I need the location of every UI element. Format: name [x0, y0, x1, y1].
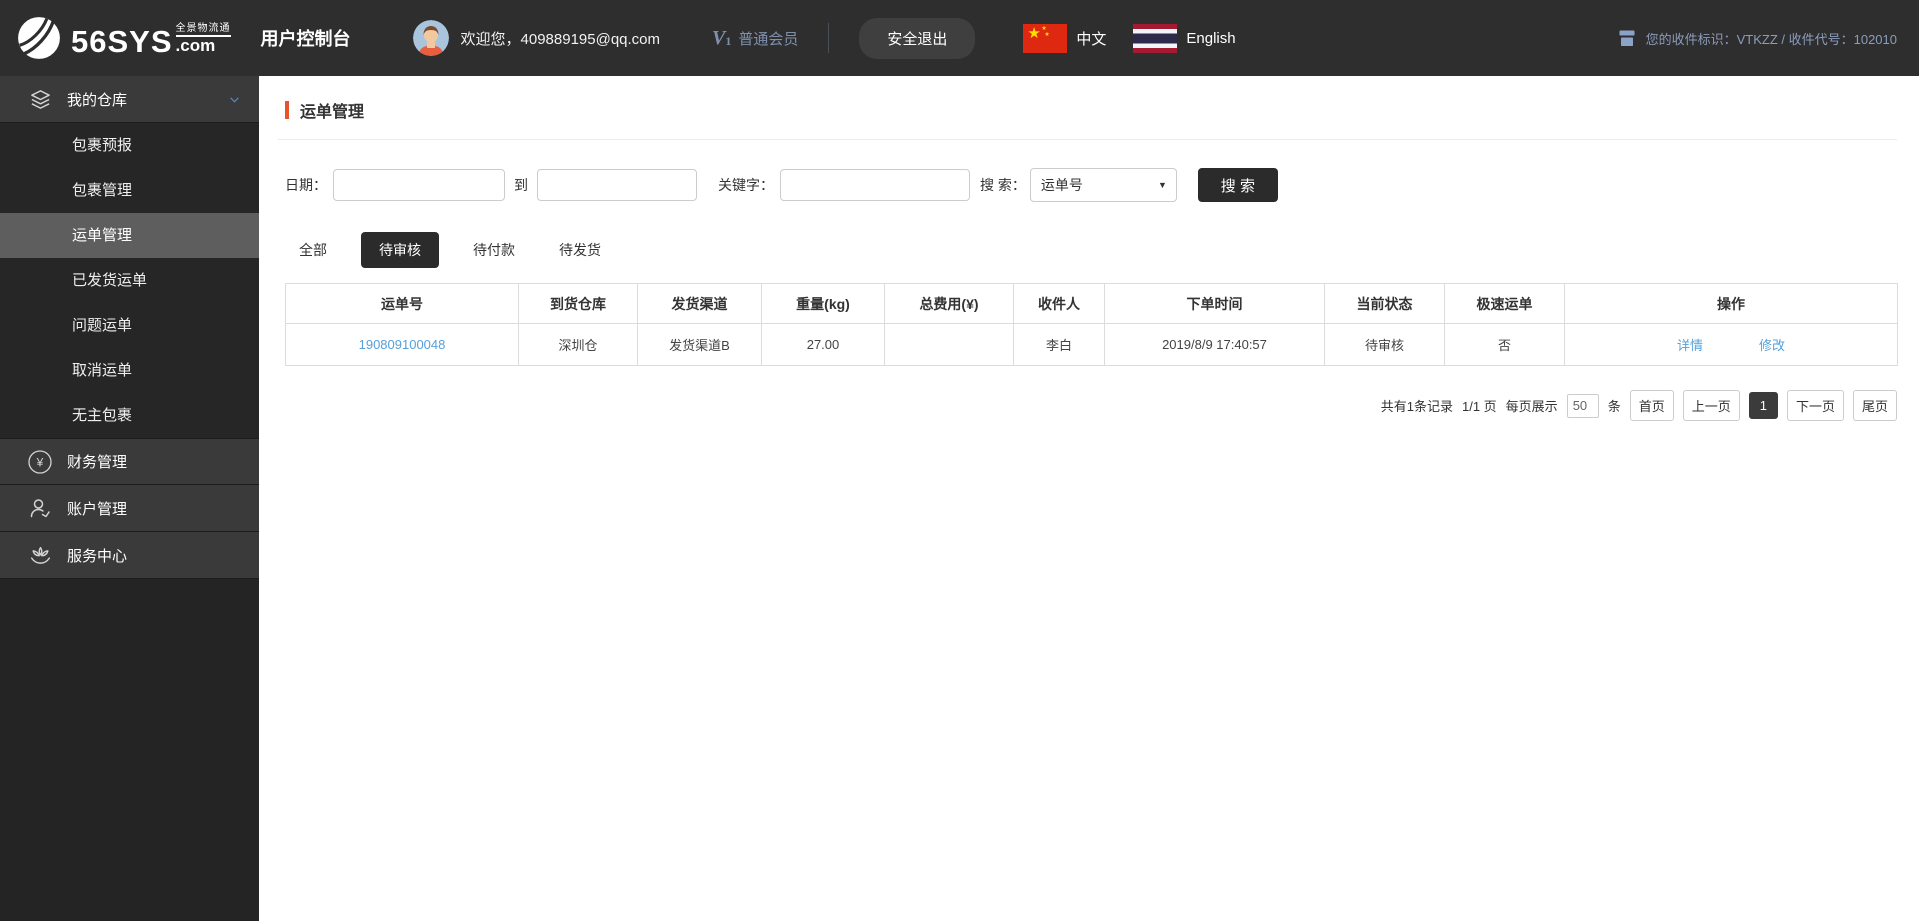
main-content: 运单管理 日期： 到 关键字： 搜 索： 运单号 ▼ 搜 索 全部 待审核 待付… [259, 76, 1919, 921]
page-title: 运单管理 [285, 98, 364, 122]
page-info: 1/1 页 [1461, 399, 1497, 414]
sidebar-item-problem-waybills[interactable]: 问题运单 [0, 303, 259, 348]
svg-text:¥: ¥ [36, 455, 44, 469]
col-channel: 发货渠道 [637, 283, 762, 324]
cell-warehouse: 深圳仓 [518, 323, 638, 366]
welcome-text: 欢迎您，409889195@qq.com [460, 30, 661, 48]
brand-tagline: 全景物流通 [175, 19, 231, 38]
receiver-identity: 您的收件标识：VTKZZ / 收件代号：102010 [1617, 28, 1897, 48]
date-label: 日期： [285, 177, 327, 193]
per-page-unit: 条 [1607, 399, 1621, 414]
layers-icon [27, 88, 53, 111]
tab-pending-review[interactable]: 待审核 [361, 232, 439, 268]
select-arrow-icon: ▼ [1157, 180, 1167, 190]
status-tabs: 全部 待审核 待付款 待发货 [289, 232, 635, 268]
last-page-button[interactable]: 尾页 [1852, 390, 1897, 421]
sidebar-item-waybill-management[interactable]: 运单管理 [0, 213, 259, 258]
per-page-input[interactable] [1566, 393, 1599, 418]
brand-logo[interactable]: 56SYS 全景物流通 .com [16, 15, 231, 61]
brand-name: 56SYS [71, 23, 173, 59]
date-to-input[interactable] [537, 169, 697, 201]
first-page-button[interactable]: 首页 [1629, 390, 1674, 421]
col-express: 极速运单 [1444, 283, 1565, 324]
table-row: 190809100048 深圳仓 发货渠道B 27.00 李白 2019/8/9… [285, 323, 1898, 366]
yen-circle-icon: ¥ [27, 449, 53, 475]
sidebar-item-my-warehouse[interactable]: 我的仓库 [0, 76, 259, 123]
cell-channel: 发货渠道B [637, 323, 762, 366]
pagination: 共有1条记录 1/1 页 每页展示 条 首页 上一页 1 下一页 尾页 [1381, 390, 1897, 421]
waybill-number-link[interactable]: 190809100048 [359, 337, 446, 352]
search-button[interactable]: 搜 索 [1197, 168, 1278, 202]
record-summary: 共有1条记录 [1380, 399, 1453, 414]
member-badge: V 1 普通会员 [712, 26, 799, 49]
vip-level-icon: V [712, 26, 726, 49]
top-header: 56SYS 全景物流通 .com 用户控制台 欢迎您，409889195@qq.… [0, 0, 1919, 76]
sidebar-item-package-management[interactable]: 包裹管理 [0, 168, 259, 213]
cell-order-time: 2019/8/9 17:40:57 [1104, 323, 1325, 366]
receiver-info-text: 您的收件标识：VTKZZ / 收件代号：102010 [1645, 31, 1897, 47]
edit-link[interactable]: 修改 [1759, 335, 1785, 354]
china-flag-icon[interactable]: ★ ★ ★ [1023, 23, 1068, 53]
sidebar-item-package-forecast[interactable]: 包裹预报 [0, 123, 259, 168]
title-separator [278, 139, 1897, 140]
tab-pending-shipment[interactable]: 待发货 [549, 232, 611, 268]
col-actions: 操作 [1564, 283, 1898, 324]
sidebar-item-cancelled-waybills[interactable]: 取消运单 [0, 348, 259, 393]
lang-chinese[interactable]: 中文 [1076, 28, 1106, 49]
search-type-select[interactable]: 运单号 ▼ [1029, 168, 1177, 202]
date-to-label: 到 [514, 177, 528, 193]
package-icon [1619, 30, 1635, 46]
service-hands-icon [27, 543, 53, 568]
logout-button[interactable]: 安全退出 [859, 17, 976, 59]
table-header-row: 运单号 到货仓库 发货渠道 重量(kg) 总费用(¥) 收件人 下单时间 当前状… [285, 283, 1898, 324]
user-icon [27, 496, 53, 520]
sidebar-item-shipped-waybills[interactable]: 已发货运单 [0, 258, 259, 303]
waybill-table: 运单号 到货仓库 发货渠道 重量(kg) 总费用(¥) 收件人 下单时间 当前状… [285, 283, 1898, 366]
col-status: 当前状态 [1324, 283, 1445, 324]
sidebar-item-unclaimed-packages[interactable]: 无主包裹 [0, 393, 259, 438]
cell-total-fee [884, 323, 1014, 366]
col-waybill-no: 运单号 [285, 283, 519, 324]
title-accent-bar [285, 101, 289, 119]
col-total-fee: 总费用(¥) [884, 283, 1014, 324]
cell-weight: 27.00 [761, 323, 885, 366]
filter-bar: 日期： 到 关键字： 搜 索： 运单号 ▼ 搜 索 [285, 168, 1278, 202]
current-page-button[interactable]: 1 [1748, 392, 1778, 419]
tab-pending-payment[interactable]: 待付款 [463, 232, 525, 268]
app-root: 56SYS 全景物流通 .com 用户控制台 欢迎您，409889195@qq.… [0, 0, 1919, 921]
keyword-label: 关键字： [718, 177, 774, 193]
brand-domain: .com [175, 36, 216, 56]
col-recipient: 收件人 [1013, 283, 1105, 324]
header-divider [828, 23, 830, 53]
console-title: 用户控制台 [260, 29, 351, 49]
cell-express: 否 [1444, 323, 1565, 366]
sidebar-item-finance[interactable]: ¥ 财务管理 [0, 438, 259, 485]
thailand-flag-icon[interactable] [1133, 23, 1178, 53]
cell-recipient: 李白 [1013, 323, 1105, 366]
prev-page-button[interactable]: 上一页 [1682, 390, 1740, 421]
search-type-label: 搜 索： [980, 177, 1026, 193]
chevron-down-icon [228, 93, 241, 106]
lang-english[interactable]: English [1186, 30, 1235, 47]
col-order-time: 下单时间 [1104, 283, 1325, 324]
next-page-button[interactable]: 下一页 [1786, 390, 1844, 421]
keyword-input[interactable] [780, 169, 970, 201]
sidebar-item-service-center[interactable]: 服务中心 [0, 532, 259, 579]
tab-all[interactable]: 全部 [289, 232, 337, 268]
cell-status: 待审核 [1324, 323, 1445, 366]
user-avatar[interactable] [412, 20, 449, 56]
col-weight: 重量(kg) [761, 283, 885, 324]
sidebar-item-account[interactable]: 账户管理 [0, 485, 259, 532]
logo-swoosh-icon [18, 17, 60, 59]
avatar-icon [412, 20, 449, 56]
detail-link[interactable]: 详情 [1677, 335, 1703, 354]
sidebar: 我的仓库 包裹预报 包裹管理 运单管理 已发货运单 问题运单 取消运单 无主包裹… [0, 76, 259, 921]
per-page-label: 每页展示 [1505, 399, 1558, 414]
warehouse-submenu: 包裹预报 包裹管理 运单管理 已发货运单 问题运单 取消运单 无主包裹 [0, 123, 259, 438]
member-level-label: 普通会员 [738, 30, 799, 48]
col-warehouse: 到货仓库 [518, 283, 638, 324]
date-from-input[interactable] [333, 169, 505, 201]
brand-text: 56SYS 全景物流通 .com [71, 19, 231, 57]
